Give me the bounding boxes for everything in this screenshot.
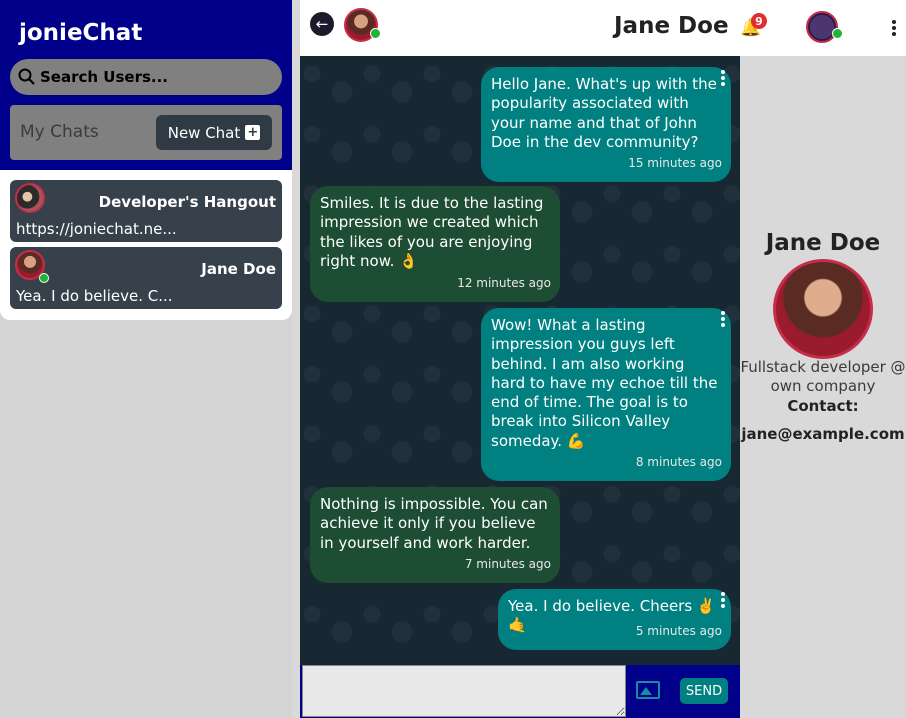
profile-name: Jane Doe — [765, 230, 881, 256]
more-options-icon[interactable] — [892, 20, 898, 38]
online-indicator-icon — [39, 273, 49, 283]
send-button[interactable]: SEND — [680, 678, 728, 704]
sidebar-top: jonieChat Search Users... My Chats New C… — [0, 0, 292, 170]
new-chat-label: New Chat — [167, 123, 241, 142]
message-time: 5 minutes ago — [635, 623, 722, 638]
profile-panel: Jane Doe Fullstack developer @ own compa… — [740, 60, 906, 718]
chat-item-developers-hangout[interactable]: Developer's Hangout https://joniechat.ne… — [10, 180, 282, 242]
message-time: 15 minutes ago — [628, 155, 722, 170]
chat-preview: Yea. I do believe. C... — [16, 287, 173, 305]
avatar — [15, 183, 45, 213]
message-bubble: Yea. I do believe. Cheers ✌️🤙 5 minutes … — [498, 589, 731, 650]
message-bubble: Nothing is impossible. You can achieve i… — [310, 487, 560, 583]
sidebar: jonieChat Search Users... My Chats New C… — [0, 0, 292, 718]
chat-list: Developer's Hangout https://joniechat.ne… — [0, 170, 292, 320]
message-options-icon[interactable] — [721, 592, 725, 610]
message-bubble: Hello Jane. What's up with the popularit… — [481, 67, 731, 182]
profile-avatar — [773, 259, 873, 359]
user-avatar[interactable] — [806, 11, 838, 43]
my-chats-panel: My Chats New Chat + — [10, 105, 282, 160]
notification-badge: 9 — [751, 13, 767, 29]
profile-bio: Fullstack developer @ own company — [740, 358, 906, 395]
message-bubble: Wow! What a lasting impression you guys … — [481, 308, 731, 481]
message-bubble: Smiles. It is due to the lasting impress… — [310, 186, 560, 302]
online-indicator-icon — [832, 28, 843, 39]
contact-label: Contact: — [787, 397, 859, 415]
chat-name: Developer's Hangout — [98, 193, 276, 211]
message-area[interactable]: Hello Jane. What's up with the popularit… — [300, 56, 740, 665]
chat-preview: https://joniechat.ne... — [16, 220, 177, 238]
chat-title: Jane Doe — [614, 13, 729, 39]
message-time: 12 minutes ago — [457, 275, 551, 290]
image-upload-icon[interactable] — [636, 681, 660, 699]
back-arrow-icon[interactable]: ← — [310, 12, 334, 36]
message-input[interactable] — [302, 665, 626, 717]
search-icon — [18, 68, 35, 85]
message-text: Wow! What a lasting impression you guys … — [491, 316, 718, 450]
message-time: 8 minutes ago — [635, 454, 722, 469]
chat-header: ← Jane Doe 🔔 9 — [300, 0, 906, 56]
search-users-label: Search Users... — [40, 68, 168, 86]
message-text: Smiles. It is due to the lasting impress… — [320, 194, 544, 270]
message-text: Nothing is impossible. You can achieve i… — [320, 495, 548, 552]
online-indicator-icon — [370, 28, 381, 39]
message-options-icon[interactable] — [721, 311, 725, 329]
plus-icon: + — [245, 125, 261, 140]
my-chats-label: My Chats — [20, 122, 99, 142]
contact-email: jane@example.com — [741, 425, 905, 443]
message-options-icon[interactable] — [721, 70, 725, 88]
search-users-button[interactable]: Search Users... — [10, 59, 282, 95]
new-chat-button[interactable]: New Chat + — [156, 115, 272, 150]
message-composer: SEND — [300, 665, 740, 718]
chat-item-jane-doe[interactable]: Jane Doe Yea. I do believe. C... — [10, 247, 282, 309]
message-text: Hello Jane. What's up with the popularit… — [491, 75, 717, 151]
brand-title: jonieChat — [19, 20, 143, 46]
message-time: 7 minutes ago — [464, 556, 551, 571]
chat-name: Jane Doe — [201, 260, 276, 278]
